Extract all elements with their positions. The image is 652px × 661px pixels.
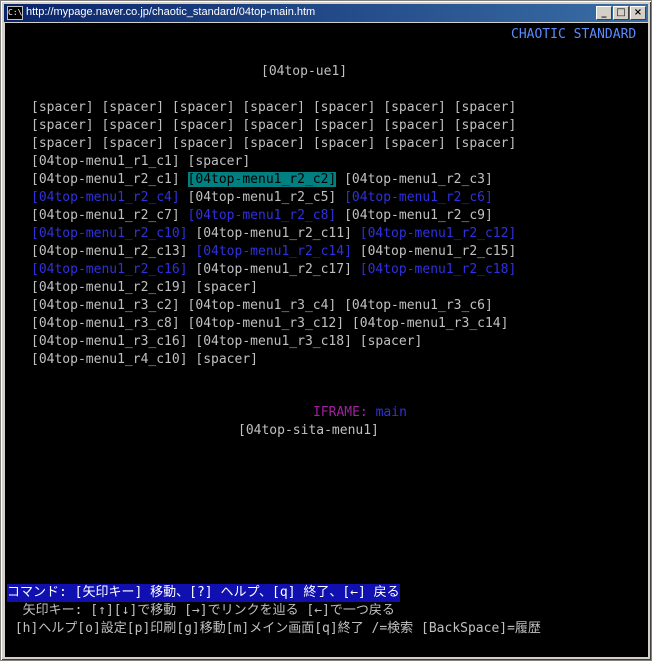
menu-link[interactable]: [04top-menu1_r2_c3] [344, 172, 493, 187]
menu-link[interactable]: [04top-menu1_r2_c15] [360, 244, 517, 259]
menu-link[interactable]: [04top-menu1_r2_c9] [344, 208, 493, 223]
site-brand: CHAOTIC STANDARD [511, 27, 637, 42]
menu-link[interactable]: [spacer] [101, 118, 164, 133]
minimize-button[interactable]: _ [596, 6, 612, 20]
menu-link[interactable]: [spacer] [242, 100, 305, 115]
menu-link[interactable]: [spacer] [188, 154, 251, 169]
menu-row: [04top-menu1_r2_c10] [04top-menu1_r2_c11… [31, 225, 516, 243]
menu-row: [04top-menu1_r2_c13] [04top-menu1_r2_c14… [31, 243, 516, 261]
iframe-main-link[interactable]: main [376, 405, 407, 420]
menu-row: [04top-menu1_r2_c4] [04top-menu1_r2_c5] … [31, 189, 493, 207]
menu-row: [04top-menu1_r2_c19] [spacer] [31, 279, 258, 297]
title-bar[interactable]: C:\ http://mypage.naver.co.jp/chaotic_st… [4, 4, 648, 22]
menu-link[interactable]: [spacer] [172, 118, 235, 133]
menu-link[interactable]: [spacer] [101, 100, 164, 115]
menu-link[interactable]: [04top-menu1_r2_c18] [360, 262, 517, 277]
menu-link[interactable]: [spacer] [313, 118, 376, 133]
terminal-viewport: CHAOTIC STANDARD [04top-ue1] [spacer] [s… [5, 23, 648, 657]
menu-row: [04top-menu1_r3_c2] [04top-menu1_r3_c4] … [31, 297, 493, 315]
menu-row: [spacer] [spacer] [spacer] [spacer] [spa… [31, 135, 516, 153]
menu-link[interactable]: [04top-menu1_r3_c14] [352, 316, 509, 331]
console-icon: C:\ [7, 6, 23, 20]
menu-link[interactable]: [spacer] [383, 118, 446, 133]
menu-row: [04top-menu1_r2_c1] [04top-menu1_r2_c2] … [31, 171, 493, 189]
menu-row: [04top-menu1_r3_c16] [04top-menu1_r3_c18… [31, 333, 422, 351]
menu-link[interactable]: [spacer] [101, 136, 164, 151]
window-title: http://mypage.naver.co.jp/chaotic_standa… [26, 6, 316, 18]
menu-row: [spacer] [spacer] [spacer] [spacer] [spa… [31, 99, 516, 117]
menu-link[interactable]: [spacer] [313, 100, 376, 115]
iframe-line: IFRAME: main [266, 386, 407, 420]
menu-link[interactable]: [spacer] [454, 100, 517, 115]
menu-link[interactable]: [04top-menu1_r2_c6] [344, 190, 493, 205]
menu-link[interactable]: [04top-menu1_r2_c5] [188, 190, 337, 205]
menu-row: [04top-menu1_r3_c8] [04top-menu1_r3_c12]… [31, 315, 508, 333]
menu-link[interactable]: [spacer] [172, 136, 235, 151]
command-status-bar: コマンド: [矢印キー] 移動、[?] ヘルプ、[q] 終了、[←] 戻る [7, 584, 400, 602]
menu-row: [04top-menu1_r1_c1] [spacer] [31, 153, 250, 171]
menu-link[interactable]: [04top-menu1_r2_c7] [31, 208, 180, 223]
menu-link[interactable]: [04top-menu1_r3_c6] [344, 298, 493, 313]
menu-link[interactable]: [spacer] [313, 136, 376, 151]
arrow-key-help: 矢印キー: [↑][↓]で移動 [→]でリンクを辿る [←]で一つ戻る [7, 603, 395, 618]
selected-menu-link[interactable]: [04top-menu1_r2_c2] [187, 172, 337, 187]
menu-link[interactable]: [04top-menu1_r1_c1] [31, 154, 180, 169]
menu-link[interactable]: [04top-menu1_r2_c14] [195, 244, 352, 259]
menu-link[interactable]: [04top-menu1_r3_c18] [195, 334, 352, 349]
menu-link[interactable]: [spacer] [383, 136, 446, 151]
browser-window: C:\ http://mypage.naver.co.jp/chaotic_st… [0, 0, 652, 661]
menu-link[interactable]: [04top-menu1_r3_c16] [31, 334, 188, 349]
menu-link[interactable]: [04top-menu1_r3_c4] [188, 298, 337, 313]
menu-link[interactable]: [04top-menu1_r2_c13] [31, 244, 188, 259]
menu-link[interactable]: [spacer] [31, 118, 94, 133]
bottom-image-placeholder[interactable]: [04top-sita-menu1] [238, 422, 379, 440]
menu-link[interactable]: [spacer] [454, 118, 517, 133]
menu-link[interactable]: [spacer] [195, 352, 258, 367]
menu-link[interactable]: [spacer] [31, 100, 94, 115]
close-button[interactable]: × [630, 6, 646, 20]
menu-link[interactable]: [spacer] [242, 136, 305, 151]
menu-link[interactable]: [spacer] [172, 100, 235, 115]
menu-link[interactable]: [04top-menu1_r2_c10] [31, 226, 188, 241]
iframe-label: IFRAME: [312, 405, 368, 420]
top-image-placeholder[interactable]: [04top-ue1] [261, 63, 347, 81]
menu-link[interactable]: [04top-menu1_r3_c2] [31, 298, 180, 313]
menu-row: [04top-menu1_r2_c16] [04top-menu1_r2_c17… [31, 261, 516, 279]
menu-link[interactable]: [04top-menu1_r4_c10] [31, 352, 188, 367]
command-help-line: [h]ヘルプ[o]設定[p]印刷[g]移動[m]メイン画面[q]終了 /=検索 … [7, 621, 541, 636]
menu-row: [04top-menu1_r4_c10] [spacer] [31, 351, 258, 369]
menu-link[interactable]: [04top-menu1_r2_c17] [195, 262, 352, 277]
menu-link[interactable]: [04top-menu1_r3_c8] [31, 316, 180, 331]
menu-link[interactable]: [04top-menu1_r3_c12] [188, 316, 345, 331]
menu-link[interactable]: [04top-menu1_r2_c11] [195, 226, 352, 241]
menu-link[interactable]: [spacer] [31, 136, 94, 151]
menu-link[interactable]: [spacer] [242, 118, 305, 133]
menu-link[interactable]: [04top-menu1_r2_c12] [360, 226, 517, 241]
menu-link[interactable]: [04top-menu1_r2_c19] [31, 280, 188, 295]
menu-link[interactable]: [04top-menu1_r2_c4] [31, 190, 180, 205]
menu-link[interactable]: [04top-menu1_r2_c1] [31, 172, 180, 187]
maximize-button[interactable]: □ [613, 6, 629, 20]
menu-row: [spacer] [spacer] [spacer] [spacer] [spa… [31, 117, 516, 135]
menu-row: [04top-menu1_r2_c7] [04top-menu1_r2_c8] … [31, 207, 493, 225]
menu-link[interactable]: [spacer] [383, 100, 446, 115]
menu-link[interactable]: [04top-menu1_r2_c8] [188, 208, 337, 223]
menu-link[interactable]: [spacer] [195, 280, 258, 295]
menu-link[interactable]: [spacer] [360, 334, 423, 349]
menu-link[interactable]: [04top-menu1_r2_c16] [31, 262, 188, 277]
menu-link[interactable]: [spacer] [454, 136, 517, 151]
